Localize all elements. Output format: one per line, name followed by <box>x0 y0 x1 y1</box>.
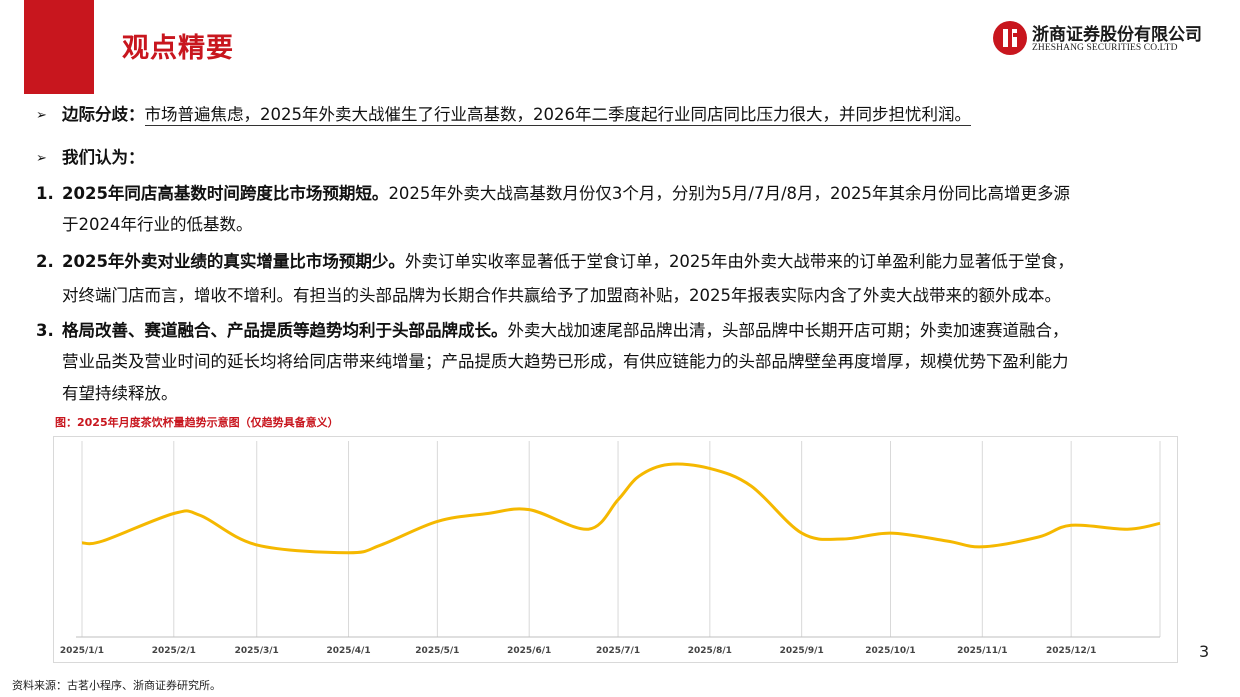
x-tick-label: 2025/3/1 <box>235 646 279 656</box>
line-chart: 2025/1/1 2025/2/1 2025/3/1 2025/4/1 2025/5/1… <box>60 441 1161 656</box>
point-3-line-1: 3. 格局改善、赛道融合、产品提质等趋势均利于头部品牌成长。外卖大战加速尾部品牌出… <box>36 319 1069 343</box>
source-note: 资料来源：古茗小程序、浙商证券研究所。 <box>12 679 221 692</box>
x-tick-label: 2025/10/1 <box>865 646 915 656</box>
chart-title: 图：2025年月度茶饮杯量趋势示意图（仅趋势具备意义） <box>55 416 339 429</box>
point-2-line-2: 对终端门店而言，增收不增利。有担当的头部品牌为长期合作共赢给予了加盟商补贴，20… <box>62 286 1061 305</box>
x-tick-label: 2025/11/1 <box>957 646 1007 656</box>
point-2-line-1: 2. 2025年外卖对业绩的真实增量比市场预期少。外卖订单实收率显著低于堂食订单，… <box>36 250 1074 274</box>
point-number: 2. <box>36 252 54 271</box>
x-tick-label: 2025/1/1 <box>60 646 104 656</box>
point-text: 外卖大战加速尾部品牌出清，头部品牌中长期开店可期；外卖加速赛道融合， <box>507 321 1069 340</box>
zheshang-logo-icon <box>993 21 1027 55</box>
arrow-bullet-icon: ➢ <box>36 151 47 166</box>
arrow-bullet-icon: ➢ <box>36 108 47 123</box>
x-tick-label: 2025/7/1 <box>596 646 640 656</box>
point-text: 2025年外卖大战高基数月份仅3个月，分别为5月/7月/8月，2025年其余月份… <box>388 184 1071 203</box>
x-tick-label: 2025/6/1 <box>507 646 551 656</box>
bullet-colon: ： <box>128 105 145 124</box>
bullet-label: 我们认为： <box>62 148 145 167</box>
point-headline: 2025年外卖对业绩的真实增量比市场预期少。 <box>62 252 405 271</box>
bullet-label: 边际分歧 <box>62 105 128 124</box>
chart-area: 2025/1/1 2025/2/1 2025/3/1 2025/4/1 2025/5/1… <box>53 436 1178 663</box>
point-number: 3. <box>36 321 54 340</box>
point-number: 1. <box>36 184 54 203</box>
company-logo: 浙商证券股份有限公司 ZHESHANG SECURITIES CO.LTD <box>992 20 1214 60</box>
page-title: 观点精要 <box>122 33 234 64</box>
bullet-text: 市场普遍焦虑，2025年外卖大战催生了行业高基数，2026年二季度起行业同店同比… <box>144 105 971 126</box>
x-tick-label: 2025/4/1 <box>326 646 370 656</box>
point-headline: 2025年同店高基数时间跨度比市场预期短。 <box>62 184 389 203</box>
bullet-our-view: ➢ 我们认为： <box>36 146 145 171</box>
page-number: 3 <box>1199 642 1210 661</box>
point-3-line-3: 有望持续释放。 <box>62 384 178 403</box>
company-name-en: ZHESHANG SECURITIES CO.LTD <box>1032 43 1178 53</box>
point-1-line-1: 1. 2025年同店高基数时间跨度比市场预期短。2025年外卖大战高基数月份仅3个… <box>36 182 1070 206</box>
point-text: 外卖订单实收率显著低于堂食订单，2025年由外卖大战带来的订单盈利能力显著低于堂… <box>404 252 1074 271</box>
x-tick-label: 2025/5/1 <box>415 646 459 656</box>
series-line <box>81 462 1161 555</box>
header-corner-block <box>24 0 94 94</box>
point-headline: 格局改善、赛道融合、产品提质等趋势均利于头部品牌成长。 <box>62 321 508 340</box>
bullet-disagreement: ➢ 边际分歧：市场普遍焦虑，2025年外卖大战催生了行业高基数，2026年二季度起… <box>36 103 971 128</box>
company-name-cn: 浙商证券股份有限公司 <box>1032 25 1202 45</box>
point-3-line-2: 营业品类及营业时间的延长均将给同店带来纯增量；产品提质大趋势已形成，有供应链能力… <box>62 352 1069 371</box>
point-1-line-2: 于2024年行业的低基数。 <box>62 215 253 234</box>
x-tick-label: 2025/9/1 <box>780 646 824 656</box>
x-tick-label: 2025/2/1 <box>152 646 196 656</box>
x-tick-label: 2025/8/1 <box>688 646 732 656</box>
x-tick-label: 2025/12/1 <box>1046 646 1096 656</box>
